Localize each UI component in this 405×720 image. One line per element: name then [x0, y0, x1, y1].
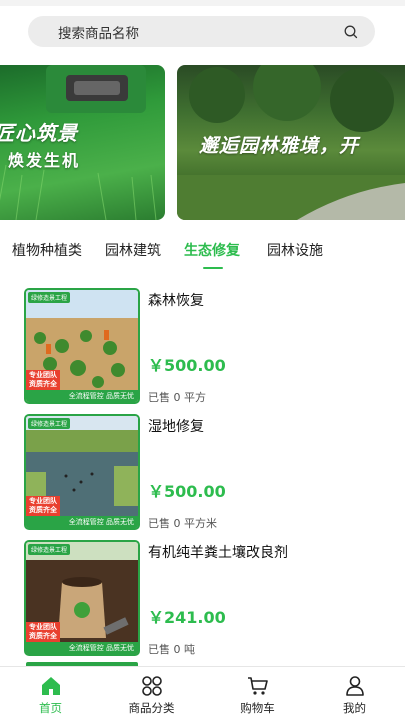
category-tabs: 植物种植类 园林建筑 生态修复 园林设施	[0, 240, 405, 272]
product-price: ￥241.00	[148, 608, 226, 627]
status-strip	[0, 0, 405, 6]
active-tab-indicator	[203, 267, 223, 269]
tabbar-home[interactable]: 首页	[0, 667, 101, 720]
tab-garden-architecture[interactable]: 园林建筑	[105, 240, 161, 260]
tabbar-categories[interactable]: 商品分类	[101, 667, 202, 720]
banner-slide-2[interactable]: 邂逅园林雅境，开	[177, 65, 405, 220]
tab-garden-facilities[interactable]: 园林设施	[267, 240, 323, 260]
user-icon	[345, 676, 364, 696]
product-price: ￥500.00	[148, 356, 226, 375]
category-grid-icon	[141, 676, 162, 696]
tabbar-cart[interactable]: 购物车	[207, 667, 308, 720]
bottom-tab-bar: 首页 商品分类 购物车 我的	[0, 666, 405, 720]
badge-project: 绿修造景工程	[28, 544, 71, 555]
product-sold-count: 已售 0 平方	[148, 391, 206, 404]
search-input[interactable]: 搜索商品名称	[58, 22, 343, 42]
tabbar-label: 首页	[39, 701, 62, 715]
cart-icon	[247, 677, 268, 695]
product-sold-count: 已售 0 吨	[148, 643, 195, 656]
tab-plant-cultivation[interactable]: 植物种植类	[12, 240, 82, 260]
tab-ecological-restoration[interactable]: 生态修复	[184, 240, 240, 260]
product-thumbnail[interactable]: 绿修造景工程 专业团队 资质齐全 全流程管控 品质无忧	[24, 540, 140, 656]
badge-quality: 全流程管控 品质无忧	[26, 516, 138, 528]
tabbar-label: 购物车	[240, 701, 275, 715]
banner-1-headline: 匠心筑景	[0, 121, 78, 145]
product-name[interactable]: 湿地修复	[148, 416, 204, 436]
product-price: ￥500.00	[148, 482, 226, 501]
badge-quality: 全流程管控 品质无忧	[26, 642, 138, 654]
search-bar[interactable]: 搜索商品名称	[28, 16, 375, 47]
badge-quality: 全流程管控 品质无忧	[26, 390, 138, 402]
badge-team: 专业团队 资质齐全	[26, 496, 60, 516]
banner-carousel[interactable]: 匠心筑景 焕发生机 邂逅园林雅境，开	[0, 65, 405, 222]
product-thumbnail[interactable]: 绿修造景工程 专业团队 资质齐全 全流程管控 品质无忧	[24, 414, 140, 530]
tabbar-label: 我的	[343, 701, 366, 715]
badge-project: 绿修造景工程	[28, 292, 71, 303]
banner-1-subline: 焕发生机	[8, 151, 81, 170]
badge-project: 绿修造景工程	[28, 418, 71, 429]
banner-2-headline: 邂逅园林雅境，开	[199, 135, 360, 157]
product-card-forest-restoration[interactable]: 绿修造景工程 专业团队 资质齐全 全流程管控 品质无忧 森林恢复 ￥500.00 …	[24, 288, 384, 406]
banner-slide-1[interactable]: 匠心筑景 焕发生机	[0, 65, 165, 220]
tabbar-profile[interactable]: 我的	[304, 667, 405, 720]
search-icon[interactable]	[343, 24, 359, 40]
home-icon	[41, 677, 60, 695]
badge-team: 专业团队 资质齐全	[26, 622, 60, 642]
product-name[interactable]: 有机纯羊粪土壤改良剂	[148, 542, 288, 562]
product-sold-count: 已售 0 平方米	[148, 517, 217, 530]
product-thumbnail[interactable]: 绿修造景工程 专业团队 资质齐全 全流程管控 品质无忧	[24, 288, 140, 404]
tabbar-label: 商品分类	[128, 701, 175, 715]
badge-team: 专业团队 资质齐全	[26, 370, 60, 390]
product-card-soil-conditioner[interactable]: 绿修造景工程 专业团队 资质齐全 全流程管控 品质无忧 有机纯羊粪土壤改良剂 ￥2…	[24, 540, 384, 658]
product-name[interactable]: 森林恢复	[148, 290, 204, 310]
product-card-wetland-restoration[interactable]: 绿修造景工程 专业团队 资质齐全 全流程管控 品质无忧 湿地修复 ￥500.00 …	[24, 414, 384, 532]
